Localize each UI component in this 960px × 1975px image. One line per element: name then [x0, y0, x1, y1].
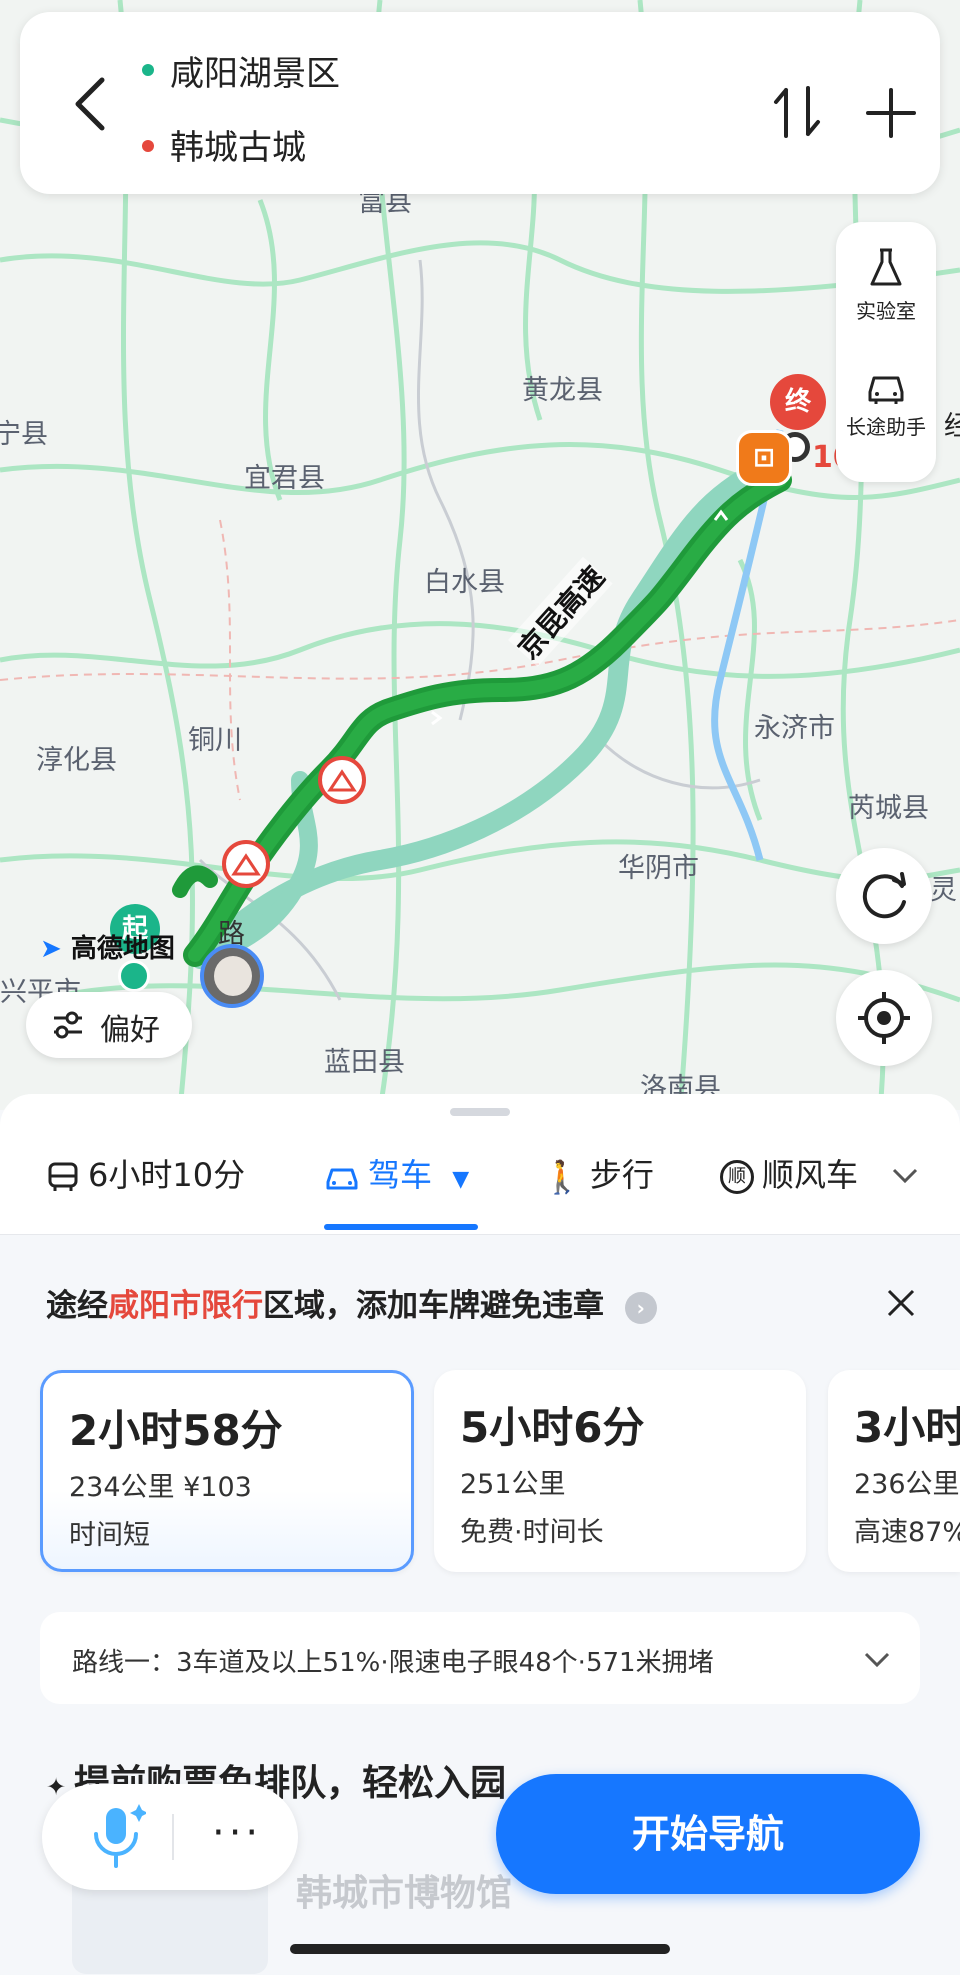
map-view[interactable]: 富县 宁县 宜君县 黄龙县 白水县 铜川 淳化县 永济市 芮城县 华阴市 蓝田县…	[0, 0, 960, 1110]
map-label-county: 白水县	[424, 567, 505, 598]
route-detail-text: 路线一：3车道及以上51%·限速电子眼48个·571米拥堵	[72, 1648, 714, 1678]
end-marker-label: 终	[784, 387, 811, 417]
locate-icon	[858, 992, 910, 1044]
swap-icon[interactable]	[772, 82, 822, 142]
side-tools-panel: 实验室 长途助手	[836, 222, 936, 482]
flask-icon	[870, 248, 902, 286]
location-arrow-icon: ➤	[40, 934, 62, 964]
construction-marker[interactable]	[222, 840, 270, 888]
transit-duration: 6小时10分	[88, 1156, 246, 1194]
route-tag: 时间短	[69, 1520, 150, 1551]
caret-down-icon: ▼	[452, 1167, 470, 1192]
map-label-county: 蓝田县	[324, 1047, 405, 1078]
parking-icon: ⊡	[753, 443, 775, 473]
sheet-handle[interactable]	[450, 1108, 510, 1116]
car-icon	[326, 1168, 358, 1190]
chevron-down-icon[interactable]	[890, 1166, 920, 1186]
microphone-icon[interactable]	[86, 1802, 146, 1872]
car-icon	[868, 376, 904, 404]
origin-dot	[142, 64, 154, 76]
locate-button[interactable]	[836, 970, 932, 1066]
construction-marker[interactable]	[318, 756, 366, 804]
start-navigation-button[interactable]: 开始导航	[496, 1774, 920, 1894]
brand-watermark: ➤ 高德地图	[40, 928, 175, 965]
route-option-card[interactable]: 3小时 236公里 高速87%	[828, 1370, 960, 1572]
refresh-button[interactable]	[836, 848, 932, 944]
map-label-county: 黄龙县	[522, 375, 603, 406]
voice-assistant-bar: ···	[42, 1784, 298, 1890]
home-indicator	[290, 1944, 670, 1954]
route-search-card: 咸阳湖景区 韩城古城	[20, 12, 940, 194]
preference-label: 偏好	[100, 1013, 160, 1048]
notice-suffix: 区域，添加车牌避免违章	[263, 1288, 604, 1324]
destination-dot	[142, 140, 154, 152]
user-avatar[interactable]	[200, 944, 264, 1008]
tab-transit[interactable]: 6小时10分	[46, 1150, 245, 1196]
map-label-county: 淳化县	[36, 745, 117, 776]
map-label-city: 华阴市	[618, 853, 699, 884]
route-time: 2小时58分	[69, 1406, 283, 1455]
long-trip-assistant-button[interactable]: 长途助手	[836, 366, 936, 440]
refresh-icon	[862, 872, 906, 919]
divider	[172, 1814, 174, 1860]
map-edge-label: 经	[944, 411, 960, 442]
ride-label: 顺风车	[762, 1156, 859, 1194]
lab-label: 实验室	[856, 299, 916, 323]
route-tag: 免费·时间长	[460, 1517, 604, 1548]
route-time: 3小时	[854, 1403, 960, 1452]
route-option-card[interactable]: 5小时6分 251公里 免费·时间长	[434, 1370, 806, 1572]
map-label-city: 铜川	[188, 725, 242, 756]
back-icon[interactable]	[68, 74, 112, 134]
close-icon[interactable]	[884, 1286, 918, 1320]
end-marker[interactable]: 终	[770, 374, 826, 430]
chevron-right-icon: ›	[624, 1291, 657, 1324]
assistant-label: 长途助手	[846, 415, 926, 439]
carpool-icon: 顺	[720, 1160, 754, 1194]
route-distance: 236公里	[854, 1469, 960, 1500]
route-detail-row[interactable]: 路线一：3车道及以上51%·限速电子眼48个·571米拥堵	[40, 1612, 920, 1704]
route-time: 5小时6分	[460, 1403, 645, 1452]
promo-subtitle[interactable]: 韩城市博物馆	[296, 1864, 512, 1916]
route-distance: 234公里 ¥103	[69, 1472, 252, 1503]
active-tab-indicator	[324, 1224, 478, 1230]
chevron-down-icon	[864, 1652, 890, 1668]
restriction-notice[interactable]: 途经咸阳市限行区域，添加车牌避免违章 ›	[46, 1280, 657, 1325]
construction-icon	[231, 853, 261, 876]
mode-tabs: 6小时10分 驾车 ▼ 🚶 步行 顺顺风车	[0, 1094, 960, 1235]
origin-field[interactable]: 咸阳湖景区	[170, 46, 340, 95]
tab-drive[interactable]: 驾车 ▼	[324, 1150, 469, 1196]
construction-icon	[327, 769, 357, 792]
notice-highlight: 咸阳市限行	[108, 1288, 263, 1324]
preference-button[interactable]: 偏好	[26, 992, 192, 1058]
drive-label: 驾车	[368, 1156, 433, 1194]
add-stop-icon[interactable]	[866, 88, 916, 138]
tab-walk[interactable]: 🚶 步行	[542, 1150, 654, 1196]
avatar-image	[214, 956, 252, 996]
notice-prefix: 途经	[46, 1288, 108, 1324]
map-label-county: 宁县	[0, 419, 48, 450]
walk-label: 步行	[589, 1156, 654, 1194]
destination-field[interactable]: 韩城古城	[170, 120, 306, 169]
map-edge-label: 灵	[930, 875, 957, 906]
tab-ride[interactable]: 顺顺风车	[720, 1150, 858, 1196]
route-option-card[interactable]: 2小时58分 234公里 ¥103 时间短	[40, 1370, 414, 1572]
route-distance: 251公里	[460, 1469, 566, 1500]
parking-poi[interactable]: ⊡	[736, 430, 792, 486]
map-label-county: 芮城县	[848, 793, 929, 824]
bus-icon	[48, 1162, 78, 1191]
lab-button[interactable]: 实验室	[836, 246, 936, 324]
sliders-icon	[54, 1011, 82, 1039]
more-icon[interactable]: ···	[212, 1810, 262, 1856]
walk-icon: 🚶	[542, 1158, 582, 1196]
map-label-county: 宜君县	[244, 463, 325, 494]
map-label-city: 永济市	[754, 713, 835, 744]
route-tag: 高速87%	[854, 1517, 960, 1548]
brand-label: 高德地图	[70, 934, 175, 964]
